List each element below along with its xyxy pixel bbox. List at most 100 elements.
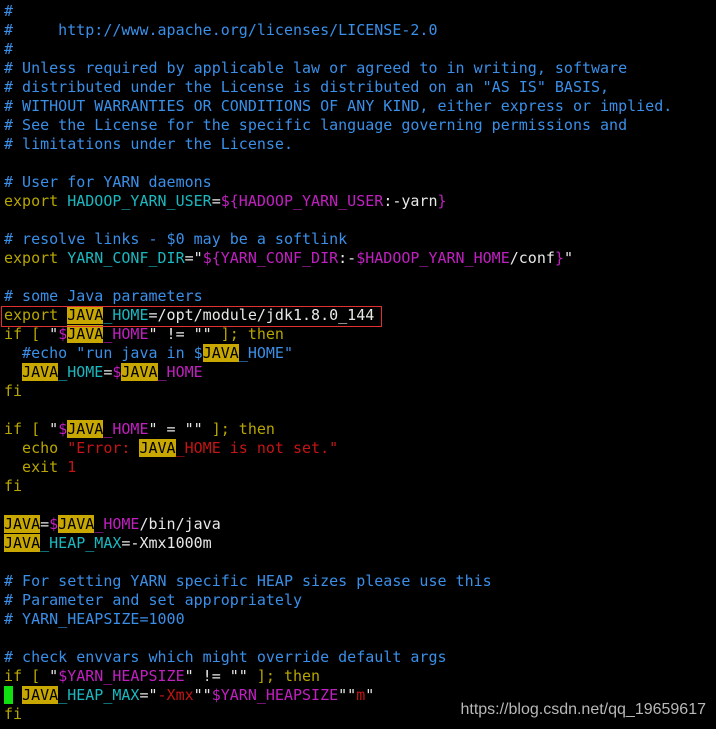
code-token: } — [437, 192, 447, 210]
code-line[interactable] — [4, 553, 672, 572]
code-line[interactable]: echo "Error: JAVA_HOME is not set." — [4, 439, 672, 458]
code-line[interactable]: exit 1 — [4, 458, 672, 477]
code-token: $ — [58, 325, 68, 343]
code-line[interactable]: #echo "run java in $JAVA_HOME" — [4, 344, 672, 363]
code-token: :- — [338, 249, 357, 267]
code-token: " — [49, 420, 59, 438]
code-line[interactable]: # Parameter and set appropriately — [4, 591, 672, 610]
code-token: JAVA — [121, 363, 158, 381]
code-line[interactable]: # limitations under the License. — [4, 135, 672, 154]
code-token: # — [4, 2, 14, 20]
terminal-editor[interactable]: # # http://www.apache.org/licenses/LICENS… — [4, 2, 672, 724]
code-token: _HOME is not set." — [175, 439, 339, 457]
code-line[interactable]: # resolve links - $0 may be a softlink — [4, 230, 672, 249]
code-token: $YARN_HEAPSIZE — [211, 686, 339, 704]
code-token: ${HADOOP_YARN_USER — [220, 192, 384, 210]
code-token: =-Xmx1000m — [121, 534, 212, 552]
code-token: if [ — [4, 667, 50, 685]
code-token: = — [40, 515, 50, 533]
code-line[interactable]: # See the License for the specific langu… — [4, 116, 672, 135]
code-line[interactable]: # YARN_HEAPSIZE=1000 — [4, 610, 672, 629]
code-token: m — [356, 686, 366, 704]
code-line[interactable] — [4, 154, 672, 173]
code-token: $HADOOP_YARN_HOME — [356, 249, 510, 267]
code-token: "" — [338, 686, 357, 704]
code-token: # http://www.apache.org/licenses/LICENSE… — [4, 21, 438, 39]
code-token: _HEAP_MAX — [58, 686, 140, 704]
code-line[interactable]: # http://www.apache.org/licenses/LICENSE… — [4, 21, 672, 40]
code-line[interactable]: export YARN_CONF_DIR="${YARN_CONF_DIR:-$… — [4, 249, 672, 268]
code-token: YARN_CONF_DIR — [67, 249, 185, 267]
code-token: " != "" — [184, 667, 257, 685]
code-token: /conf — [509, 249, 555, 267]
code-line[interactable]: fi — [4, 382, 672, 401]
code-line[interactable] — [4, 401, 672, 420]
code-line[interactable]: # check envvars which might override def… — [4, 648, 672, 667]
code-token: JAVA — [22, 686, 59, 704]
code-token: # resolve links - $0 may be a softlink — [4, 230, 348, 248]
code-token: _HOME — [103, 325, 149, 343]
code-token: JAVA — [58, 515, 95, 533]
text-cursor — [4, 686, 14, 704]
code-line[interactable]: if [ "$JAVA_HOME" != "" ]; then — [4, 325, 672, 344]
code-line[interactable] — [4, 496, 672, 515]
code-line[interactable] — [4, 211, 672, 230]
code-token: export — [4, 192, 59, 210]
watermark: https://blog.csdn.net/qq_19659617 — [460, 701, 706, 718]
code-line[interactable]: # For setting YARN specific HEAP sizes p… — [4, 572, 672, 591]
code-token: fi — [4, 705, 23, 723]
code-token: JAVA — [22, 363, 59, 381]
code-token: ]; then — [256, 667, 321, 685]
code-line[interactable]: # Unless required by applicable law or a… — [4, 59, 672, 78]
code-token: _HEAP_MAX — [40, 534, 122, 552]
code-token: ]; then — [211, 420, 275, 438]
code-line[interactable]: export HADOOP_YARN_USER=${HADOOP_YARN_US… — [4, 192, 672, 211]
code-token: =" — [184, 249, 203, 267]
code-token: 1 — [67, 458, 77, 476]
code-token: exit — [4, 458, 68, 476]
code-line[interactable]: # — [4, 2, 672, 21]
code-line[interactable]: # User for YARN daemons — [4, 173, 672, 192]
code-token: _HOME — [94, 515, 140, 533]
code-token: $ — [49, 515, 59, 533]
code-token: # limitations under the License. — [4, 135, 293, 153]
code-line[interactable]: JAVA=$JAVA_HOME/bin/java — [4, 515, 672, 534]
code-token: "Error: — [67, 439, 140, 457]
code-token: } — [554, 249, 564, 267]
code-line[interactable]: # WITHOUT WARRANTIES OR CONDITIONS OF AN… — [4, 97, 672, 116]
code-token: echo — [4, 439, 68, 457]
code-line[interactable]: if [ "$YARN_HEAPSIZE" != "" ]; then — [4, 667, 672, 686]
code-token: # User for YARN daemons — [4, 173, 212, 191]
code-line[interactable]: JAVA_HEAP_MAX=-Xmx1000m — [4, 534, 672, 553]
code-token: JAVA — [4, 534, 41, 552]
code-line[interactable] — [4, 629, 672, 648]
code-token: fi — [4, 477, 23, 495]
code-token: JAVA — [139, 439, 176, 457]
code-token: :-yarn — [383, 192, 438, 210]
code-token: export — [4, 249, 59, 267]
code-line[interactable]: # distributed under the License is distr… — [4, 78, 672, 97]
code-token: JAVA — [202, 344, 239, 362]
code-line[interactable]: JAVA_HOME=$JAVA_HOME — [4, 363, 672, 382]
code-token: # check envvars which might override def… — [4, 648, 447, 666]
code-line[interactable] — [4, 268, 672, 287]
code-line[interactable]: fi — [4, 477, 672, 496]
code-line[interactable]: # — [4, 40, 672, 59]
code-line[interactable]: # some Java parameters — [4, 287, 672, 306]
code-token: " — [365, 686, 375, 704]
code-token: _HOME — [103, 420, 149, 438]
code-token: JAVA — [4, 515, 41, 533]
code-line[interactable]: if [ "$JAVA_HOME" = "" ]; then — [4, 420, 672, 439]
code-token: =" — [139, 686, 158, 704]
code-token: $ — [58, 420, 68, 438]
code-token: # distributed under the License is distr… — [4, 78, 610, 96]
code-token: # See the License for the specific langu… — [4, 116, 628, 134]
code-token: -Xmx — [157, 686, 194, 704]
code-token: # Unless required by applicable law or a… — [4, 59, 628, 77]
code-token: fi — [4, 382, 23, 400]
code-token: JAVA — [67, 325, 104, 343]
code-token: if [ — [4, 420, 50, 438]
